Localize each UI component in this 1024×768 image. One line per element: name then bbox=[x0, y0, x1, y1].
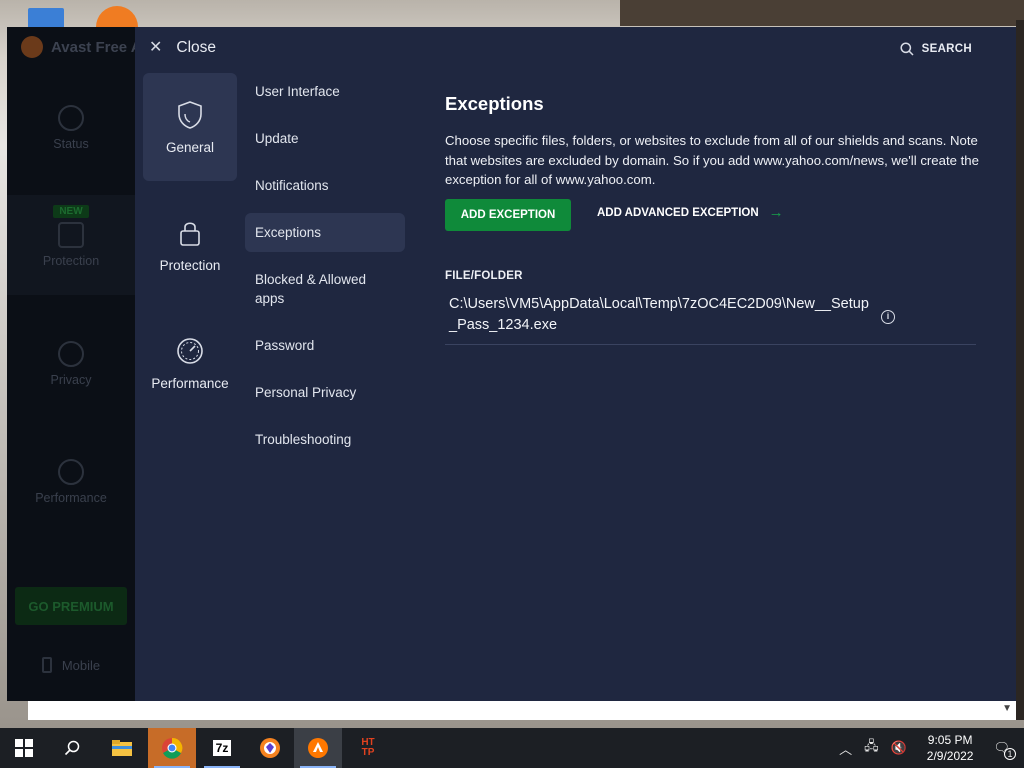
desktop-wallpaper-fragment bbox=[620, 0, 1024, 26]
arrow-right-icon: → bbox=[768, 204, 784, 221]
subnav-troubleshooting[interactable]: Troubleshooting bbox=[245, 429, 405, 449]
category-label: General bbox=[165, 139, 215, 155]
base-app-title-text: Avast Free A bbox=[51, 38, 142, 56]
system-tray: ︿ 🖧 🔇 9:05 PM 2/9/2022 🗨 1 bbox=[833, 728, 1024, 768]
horizontal-scrollbar[interactable]: ▼ bbox=[28, 701, 1016, 720]
chevron-up-icon[interactable]: ︿ bbox=[839, 739, 852, 758]
speedometer-icon bbox=[58, 459, 84, 485]
base-nav-label: Privacy bbox=[50, 373, 92, 387]
base-nav-label: Performance bbox=[35, 491, 107, 505]
exceptions-description: Choose specific files, folders, or websi… bbox=[445, 133, 979, 187]
base-nav-label: Mobile bbox=[61, 657, 101, 673]
lock-icon bbox=[180, 221, 200, 246]
base-nav-performance[interactable]: Performance bbox=[7, 459, 135, 505]
taskbar-chrome[interactable] bbox=[148, 728, 196, 768]
taskbar-search-button[interactable] bbox=[48, 728, 96, 768]
notification-count: 1 bbox=[1004, 748, 1016, 760]
start-button[interactable] bbox=[0, 728, 48, 768]
taskbar-clock[interactable]: 9:05 PM 2/9/2022 bbox=[927, 732, 974, 764]
add-advanced-exception-label: ADD ADVANCED EXCEPTION bbox=[597, 206, 759, 219]
file-folder-column-header: FILE/FOLDER bbox=[445, 270, 523, 282]
add-exception-button[interactable]: ADD EXCEPTION bbox=[445, 199, 571, 231]
category-label: Protection bbox=[159, 257, 221, 273]
subnav-exceptions[interactable]: Exceptions bbox=[245, 213, 405, 252]
subnav-password[interactable]: Password bbox=[245, 335, 405, 355]
http-toolkit-label: HT TP bbox=[361, 737, 375, 758]
base-nav-privacy[interactable]: Privacy bbox=[7, 341, 135, 387]
lock-icon bbox=[58, 222, 84, 248]
avast-window: Avast Free A Status NEW Protection Priva… bbox=[7, 27, 1016, 701]
avast-logo-icon bbox=[21, 36, 43, 58]
page-title: Exceptions bbox=[445, 93, 544, 114]
exception-row[interactable]: C:\Users\VM5\AppData\Local\Temp\7zOC4EC2… bbox=[445, 289, 976, 345]
desktop-wallpaper-fragment bbox=[1016, 20, 1024, 720]
notification-center-icon[interactable]: 🗨 1 bbox=[993, 740, 1016, 760]
http-toolkit-icon: HT TP bbox=[356, 738, 380, 758]
file-explorer-icon bbox=[112, 740, 132, 756]
clock-time: 9:05 PM bbox=[927, 733, 973, 747]
taskbar: 7z HT TP ︿ 🖧 🔇 9:05 PM 2/9/2022 🗨 1 bbox=[0, 728, 1024, 768]
new-badge: NEW bbox=[53, 205, 89, 218]
base-app-title: Avast Free A bbox=[21, 36, 142, 58]
info-icon[interactable]: i bbox=[881, 310, 895, 324]
7zip-icon: 7z bbox=[212, 740, 232, 756]
base-nav-label: Protection bbox=[42, 254, 100, 268]
avast-icon bbox=[308, 738, 328, 758]
base-nav-status[interactable]: Status bbox=[7, 105, 135, 151]
close-label: Close bbox=[176, 39, 217, 56]
shield-icon bbox=[178, 100, 202, 129]
subnav-notifications[interactable]: Notifications bbox=[245, 175, 405, 195]
go-premium-button[interactable]: GO PREMIUM bbox=[15, 587, 127, 625]
close-button[interactable]: ✕ Close bbox=[149, 39, 216, 57]
base-nav-label: Status bbox=[53, 137, 89, 151]
taskbar-avast[interactable] bbox=[294, 728, 342, 768]
taskbar-7zip[interactable]: 7z bbox=[198, 728, 246, 768]
search-icon bbox=[64, 740, 80, 756]
search-button[interactable]: SEARCH bbox=[900, 42, 972, 56]
category-performance[interactable]: Performance bbox=[143, 309, 237, 417]
fingerprint-icon bbox=[58, 341, 84, 367]
chevron-down-icon[interactable]: ▼ bbox=[1002, 703, 1012, 714]
chrome-icon bbox=[162, 737, 183, 759]
taskbar-brave[interactable] bbox=[246, 728, 294, 768]
close-icon: ✕ bbox=[149, 39, 163, 56]
network-icon[interactable]: 🖧 bbox=[864, 737, 879, 759]
base-nav-mobile[interactable]: Mobile bbox=[7, 657, 135, 673]
brave-icon bbox=[260, 738, 280, 758]
windows-logo-icon bbox=[15, 739, 33, 757]
subnav-blocked-allowed-apps[interactable]: Blocked & Allowed apps bbox=[245, 269, 385, 309]
taskbar-file-explorer[interactable] bbox=[98, 728, 146, 768]
phone-icon bbox=[41, 657, 52, 673]
category-protection[interactable]: Protection bbox=[143, 191, 237, 299]
7zip-label: 7z bbox=[215, 741, 229, 755]
category-general[interactable]: General bbox=[143, 73, 237, 181]
settings-panel: ✕ Close SEARCH General Protection Perfor… bbox=[135, 27, 1016, 701]
status-icon bbox=[58, 105, 84, 131]
search-icon bbox=[900, 42, 914, 56]
subnav-personal-privacy[interactable]: Personal Privacy bbox=[245, 382, 405, 402]
exception-path: C:\Users\VM5\AppData\Local\Temp\7zOC4EC2… bbox=[449, 296, 869, 333]
base-sidebar: Avast Free A Status NEW Protection Priva… bbox=[7, 27, 142, 701]
volume-muted-icon[interactable]: 🔇 bbox=[891, 740, 907, 756]
subnav-user-interface[interactable]: User Interface bbox=[245, 81, 405, 101]
add-advanced-exception-button[interactable]: ADD ADVANCED EXCEPTION → bbox=[597, 205, 784, 220]
base-nav-protection[interactable]: NEW Protection bbox=[7, 195, 135, 295]
taskbar-http-toolkit[interactable]: HT TP bbox=[344, 728, 392, 768]
clock-date: 2/9/2022 bbox=[926, 749, 974, 763]
category-label: Performance bbox=[151, 375, 229, 391]
speedometer-icon bbox=[177, 337, 203, 364]
search-label: SEARCH bbox=[921, 43, 972, 55]
subnav-update[interactable]: Update bbox=[245, 128, 405, 148]
